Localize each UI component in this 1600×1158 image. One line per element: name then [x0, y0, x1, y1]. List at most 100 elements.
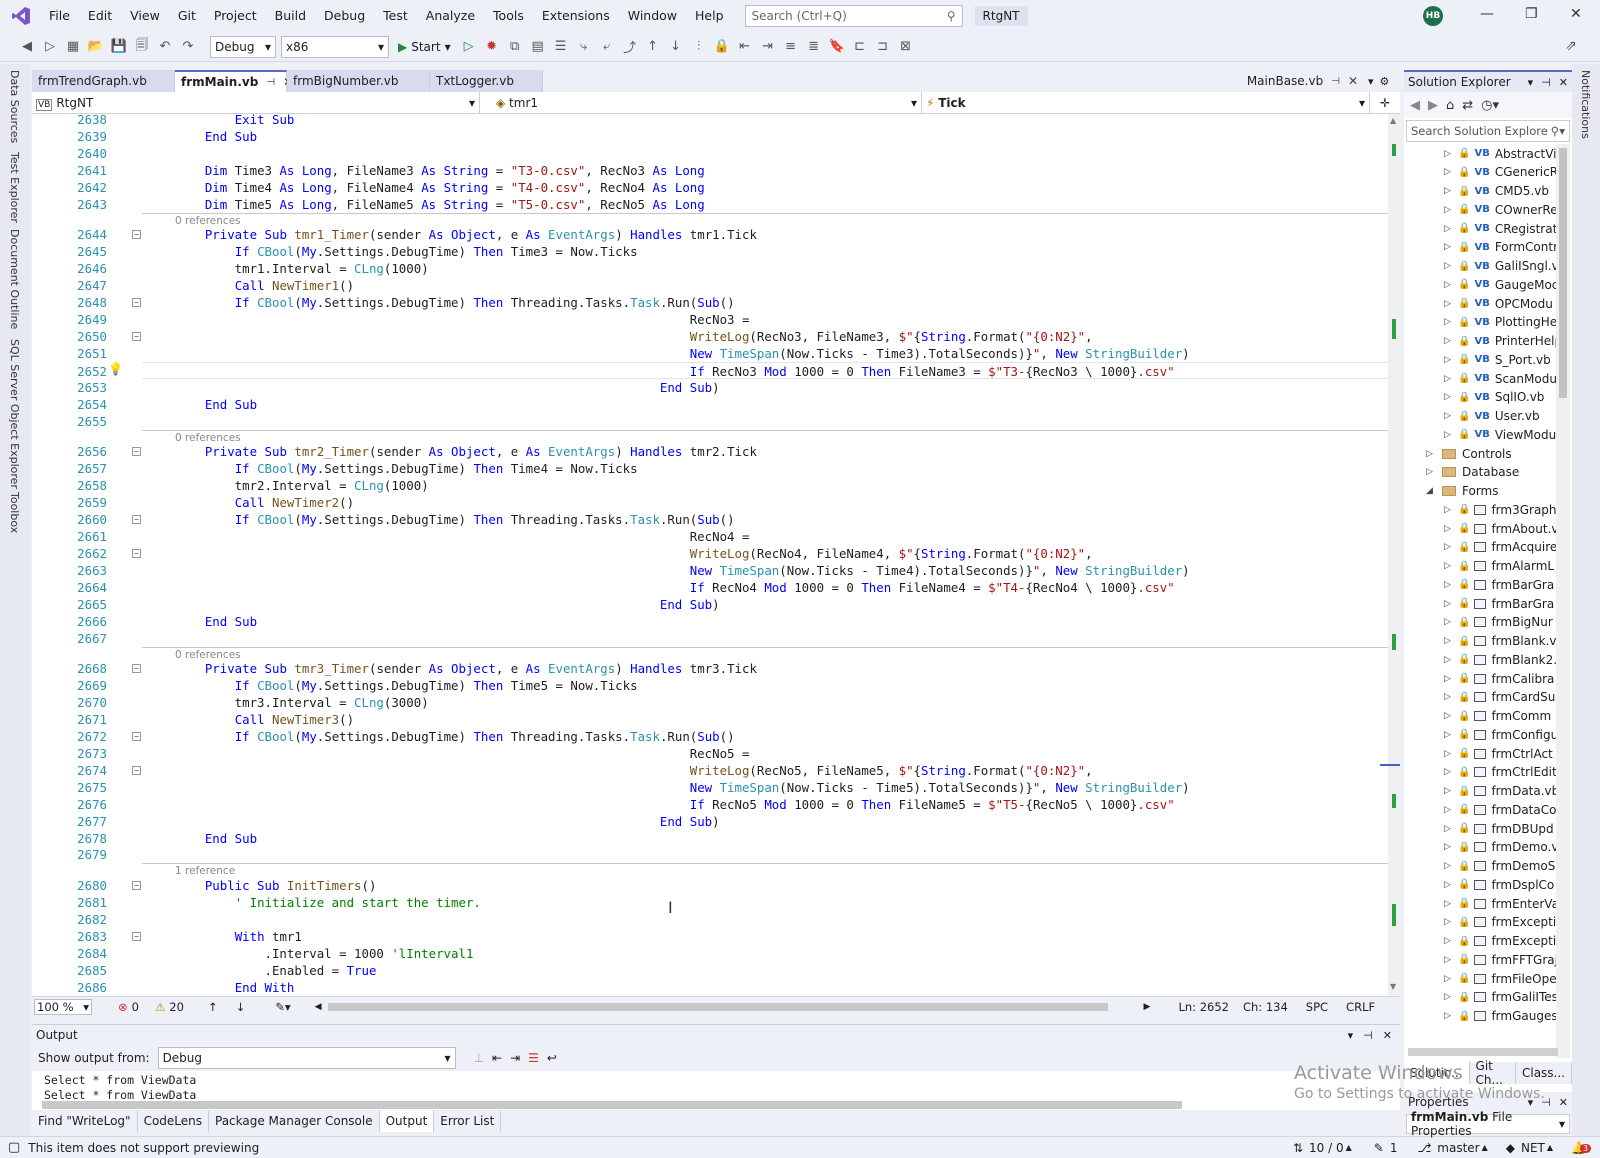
code-line[interactable]: 2670 tmr3.Interval = CLng(3000): [32, 694, 1388, 711]
output-source-select[interactable]: Debug ▾: [157, 1047, 456, 1069]
clear-all-icon[interactable]: ☰: [528, 1051, 539, 1065]
tree-item-vb-file[interactable]: ▷ 🔒 VB OPCModu: [1444, 294, 1553, 313]
tree-item-form[interactable]: ▷ 🔒 frmGauges: [1444, 1007, 1556, 1026]
warning-icon[interactable]: ⚠: [155, 1000, 165, 1014]
home-icon[interactable]: ⌂: [1446, 98, 1454, 113]
tree-scrollbar[interactable]: [1556, 144, 1570, 1058]
minimize-icon[interactable]: —: [1480, 6, 1494, 22]
expand-arrow-icon[interactable]: ▷: [1444, 149, 1454, 159]
expand-arrow-icon[interactable]: ▷: [1444, 842, 1454, 852]
switch-views-icon[interactable]: ⇄: [1462, 98, 1473, 113]
save-all-icon[interactable]: 🗐: [133, 38, 151, 56]
tree-item-form[interactable]: ▷ 🔒 frmBigNur: [1444, 613, 1553, 632]
collapse-icon[interactable]: −: [132, 548, 141, 558]
tree-item-folder[interactable]: ▷ Controls: [1426, 444, 1512, 463]
horizontal-scrollbar[interactable]: [327, 1002, 1108, 1011]
code-line[interactable]: 2658 tmr2.Interval = CLng(1000): [32, 477, 1388, 494]
forward-icon[interactable]: ▷: [41, 38, 59, 56]
expand-arrow-icon[interactable]: ▷: [1444, 317, 1454, 327]
code-line[interactable]: 2647 Call NewTimer1(): [32, 277, 1388, 294]
expand-arrow-icon[interactable]: ▷: [1444, 580, 1454, 590]
project-combo[interactable]: VB RtgNT ▾: [32, 92, 480, 114]
expand-arrow-icon[interactable]: ▷: [1426, 449, 1436, 459]
lock-icon[interactable]: 🔒: [713, 38, 731, 56]
code-line[interactable]: 2640: [32, 145, 1388, 162]
code-line[interactable]: 2644 Private Sub tmr1_Timer(sender As Ob…: [32, 226, 1388, 243]
notifications-bell-icon[interactable]: 🔔 3: [1571, 1141, 1592, 1155]
tree-item-form[interactable]: ▷ 🔒 frmExcepti: [1444, 913, 1556, 932]
tree-item-form[interactable]: ▷ 🔒 frmGaliITes: [1444, 988, 1556, 1007]
next-message-icon[interactable]: ⇥: [510, 1051, 520, 1065]
search-box[interactable]: Search (Ctrl+Q) ⚲: [744, 5, 963, 27]
tab-mainbase[interactable]: MainBase.vb ⊣ ✕: [1240, 70, 1364, 92]
tree-item-vb-file[interactable]: ▷ 🔒 VB User.vb: [1444, 407, 1540, 426]
expand-arrow-icon[interactable]: ▷: [1444, 561, 1454, 571]
line-indicator[interactable]: Ln: 2652: [1178, 1000, 1229, 1014]
collapse-icon[interactable]: −: [132, 765, 141, 775]
code-line[interactable]: 2661 RecNo4 =: [32, 528, 1388, 545]
code-line[interactable]: 2677 End Sub): [32, 813, 1388, 830]
expand-arrow-icon[interactable]: ▷: [1444, 505, 1454, 515]
code-line[interactable]: 2686 End With: [32, 979, 1388, 996]
tree-item-form[interactable]: ▷ 🔒 frmDemoS: [1444, 857, 1555, 876]
expand-arrow-icon[interactable]: ▷: [1444, 861, 1454, 871]
outdent-icon[interactable]: ⇤: [736, 38, 754, 56]
menu-tools[interactable]: Tools: [484, 0, 533, 32]
new-project-icon[interactable]: ▦: [64, 38, 82, 56]
open-icon[interactable]: 📂: [87, 38, 105, 56]
menu-project[interactable]: Project: [205, 0, 266, 32]
code-line[interactable]: 2664 If RecNo4 Mod 1000 = 0 Then FileNam…: [32, 579, 1388, 596]
code-line[interactable]: 2667: [32, 630, 1388, 647]
code-line[interactable]: 2638 Exit Sub: [32, 114, 1388, 128]
tree-item-form[interactable]: ▷ 🔒 frmBlank.v: [1444, 632, 1556, 651]
code-line[interactable]: 2642 Dim Time4 As Long, FileName4 As Str…: [32, 179, 1388, 196]
dropdown-icon[interactable]: ▾: [1348, 1029, 1354, 1042]
prev-message-icon[interactable]: ⇤: [492, 1051, 502, 1065]
tree-item-form[interactable]: ▷ 🔒 frmCtrlAct: [1444, 744, 1553, 763]
tree-item-vb-file[interactable]: ▷ 🔒 VB ScanModu: [1444, 369, 1556, 388]
rail-notifications[interactable]: Notifications: [1579, 70, 1592, 139]
tree-item-vb-file[interactable]: ▷ 🔒 VB SqlIO.vb: [1444, 388, 1544, 407]
code-line[interactable]: 2682: [32, 911, 1388, 928]
tree-item-form[interactable]: ▷ 🔒 frmCalibra: [1444, 669, 1554, 688]
platform-select[interactable]: x86 ▾: [281, 35, 389, 58]
next-issue-icon[interactable]: ↓: [236, 1000, 246, 1014]
collapse-icon[interactable]: −: [132, 447, 141, 457]
menu-help[interactable]: Help: [686, 0, 733, 32]
code-line[interactable]: 2656 Private Sub tmr2_Timer(sender As Ob…: [32, 443, 1388, 460]
menu-file[interactable]: File: [40, 0, 79, 32]
expand-arrow-icon[interactable]: ▷: [1444, 242, 1454, 252]
config-select[interactable]: Debug ▾: [210, 35, 276, 58]
rail-toolbox[interactable]: Toolbox: [8, 492, 21, 533]
find-message-icon[interactable]: ⊥: [474, 1051, 484, 1065]
properties-object-select[interactable]: frmMain.vb File Properties ▾: [1406, 1110, 1570, 1138]
pin-icon[interactable]: ⊣: [1331, 76, 1340, 87]
close-tab-icon[interactable]: ✕: [1348, 74, 1358, 88]
expand-arrow-icon[interactable]: ▷: [1444, 786, 1454, 796]
tree-item-form[interactable]: ▷ 🔒 frmAcquire: [1444, 538, 1556, 557]
tree-item-form[interactable]: ▷ 🔒 frmFileOpe: [1444, 969, 1556, 988]
tree-item-form[interactable]: ▷ 🔒 frmBlank2.: [1444, 650, 1556, 669]
menu-extensions[interactable]: Extensions: [533, 0, 619, 32]
code-line[interactable]: 2663 New TimeSpan(Now.Ticks - Time4).Tot…: [32, 562, 1388, 579]
close-icon[interactable]: ✕: [1559, 1096, 1568, 1109]
tree-item-form[interactable]: ▷ 🔒 frmBarGra: [1444, 575, 1554, 594]
code-line[interactable]: 2669 If CBool(My.Settings.DebugTime) The…: [32, 677, 1388, 694]
history-icon[interactable]: ◷▾: [1481, 98, 1499, 113]
tree-item-form[interactable]: ▷ 🔒 frm3Graph: [1444, 500, 1556, 519]
tree-item-form[interactable]: ▷ 🔒 frmDBUpd: [1444, 819, 1554, 838]
output-text[interactable]: Select * from ViewData Select * from Vie…: [32, 1071, 1400, 1101]
expand-arrow-icon[interactable]: ▷: [1444, 392, 1454, 402]
start-without-debug-icon[interactable]: ▷: [460, 38, 478, 56]
code-line[interactable]: 2653 End Sub): [32, 379, 1388, 396]
tree-item-vb-file[interactable]: ▷ 🔒 VB ViewModu: [1444, 425, 1556, 444]
split-icon[interactable]: ✛: [1370, 92, 1400, 113]
tree-item-form[interactable]: ▷ 🔒 frmConfigu: [1444, 725, 1556, 744]
tab-frmtrendgraph[interactable]: frmTrendGraph.vb: [32, 70, 175, 92]
tree-item-form[interactable]: ▷ 🔒 frmBarGra: [1444, 594, 1554, 613]
layout-icon[interactable]: ▤: [529, 38, 547, 56]
close-icon[interactable]: ✕: [1559, 76, 1568, 89]
collapse-icon[interactable]: −: [132, 514, 141, 524]
tree-item-form[interactable]: ▷ 🔒 frmCtrlEdit: [1444, 763, 1556, 782]
expand-arrow-icon[interactable]: ▷: [1444, 899, 1454, 909]
